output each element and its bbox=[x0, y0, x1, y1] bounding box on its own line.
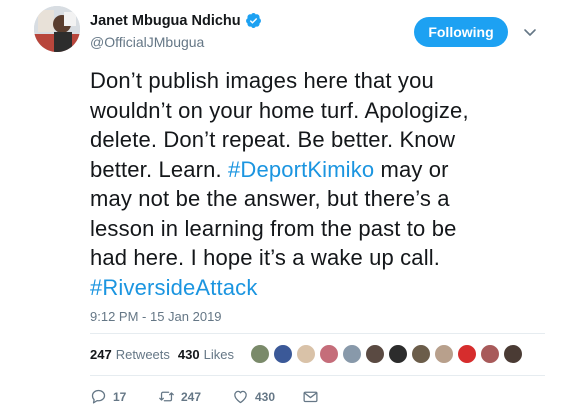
likes-count: 430 bbox=[177, 347, 200, 362]
direct-message-action[interactable] bbox=[302, 388, 319, 405]
reply-icon bbox=[91, 389, 106, 404]
liker-avatar[interactable] bbox=[457, 344, 477, 364]
liker-avatar[interactable] bbox=[480, 344, 500, 364]
display-name[interactable]: Janet Mbugua Ndichu bbox=[90, 13, 241, 29]
tweet-text-segment: may not be the answer, but there’s a bbox=[90, 186, 450, 211]
liker-avatar[interactable] bbox=[411, 344, 431, 364]
tweet-card: Janet Mbugua Ndichu @OfficialJMbugua Fol… bbox=[0, 0, 569, 411]
like-count: 430 bbox=[255, 389, 276, 404]
verified-badge-icon bbox=[245, 12, 261, 29]
liker-avatar[interactable] bbox=[388, 344, 408, 364]
liker-avatar[interactable] bbox=[342, 344, 362, 364]
heart-icon bbox=[234, 390, 247, 404]
tweet-timestamp[interactable]: 9:12 PM - 15 Jan 2019 bbox=[90, 309, 222, 324]
author-handle[interactable]: @OfficialJMbugua bbox=[90, 34, 204, 50]
likes-label: Likes bbox=[203, 347, 234, 362]
liker-avatars bbox=[250, 344, 526, 364]
tweet-text-line: delete. Don’t repeat. Be better. Know bbox=[90, 125, 510, 155]
tweet-text-segment: may or bbox=[374, 156, 449, 182]
avatar-image bbox=[34, 6, 80, 52]
tweet-text-line: #RiversideAttack bbox=[90, 273, 510, 303]
tweet-text-line: wouldn’t on your home turf. Apologize, bbox=[90, 96, 510, 126]
retweet-count: 247 bbox=[181, 389, 202, 404]
tweet-text-segment: delete. Don’t repeat. Be better. Know bbox=[90, 127, 456, 152]
chevron-down-icon[interactable] bbox=[520, 22, 540, 42]
author-name-row[interactable]: Janet Mbugua Ndichu bbox=[90, 12, 262, 29]
tweet-text-line: lesson in learning from the past to be bbox=[90, 214, 510, 244]
tweet-text-segment: had here. I hope it’s a wake up call. bbox=[90, 245, 441, 270]
liker-avatar[interactable] bbox=[503, 344, 523, 364]
liker-avatar[interactable] bbox=[273, 344, 293, 364]
divider bbox=[90, 375, 545, 376]
engagement-stats: 247 Retweets 430 Likes bbox=[90, 347, 242, 362]
action-bar: 17 247 430 bbox=[90, 388, 319, 405]
liker-avatar[interactable] bbox=[250, 344, 270, 364]
tweet-text-line: better. Learn. #DeportKimiko may or bbox=[90, 155, 510, 185]
tweet-text: Don’t publish images here that you wouldn… bbox=[90, 66, 510, 302]
tweet-text-line: Don’t publish images here that you bbox=[90, 66, 510, 96]
liker-avatar[interactable] bbox=[434, 344, 454, 364]
avatar[interactable] bbox=[34, 6, 80, 52]
envelope-icon bbox=[303, 391, 318, 403]
retweet-action[interactable]: 247 bbox=[158, 388, 232, 405]
likes-stat[interactable]: 430 Likes bbox=[178, 347, 234, 362]
liker-avatar[interactable] bbox=[365, 344, 385, 364]
like-action[interactable]: 430 bbox=[232, 388, 302, 405]
reply-action[interactable]: 17 bbox=[90, 388, 158, 405]
following-button[interactable]: Following bbox=[414, 17, 508, 47]
reply-count: 17 bbox=[113, 389, 127, 404]
retweets-label: Retweets bbox=[115, 347, 170, 362]
retweet-icon bbox=[159, 391, 174, 402]
tweet-text-segment: better. Learn. bbox=[90, 156, 229, 182]
tweet-text-line: may not be the answer, but there’s a bbox=[90, 184, 510, 214]
divider bbox=[90, 333, 545, 334]
retweets-count: 247 bbox=[90, 347, 112, 362]
tweet-text-segment: lesson in learning from the past to be bbox=[90, 215, 457, 241]
hashtag-link[interactable]: #DeportKimiko bbox=[228, 157, 374, 182]
liker-avatar[interactable] bbox=[296, 344, 316, 364]
retweets-stat[interactable]: 247 Retweets bbox=[90, 347, 170, 362]
tweet-text-segment: Don’t publish images here that you bbox=[90, 68, 434, 93]
liker-avatar[interactable] bbox=[319, 344, 339, 364]
hashtag-link[interactable]: #RiversideAttack bbox=[90, 275, 257, 300]
tweet-text-line: had here. I hope it’s a wake up call. bbox=[90, 243, 510, 273]
tweet-text-segment: wouldn’t on your home turf. Apologize, bbox=[90, 97, 469, 123]
